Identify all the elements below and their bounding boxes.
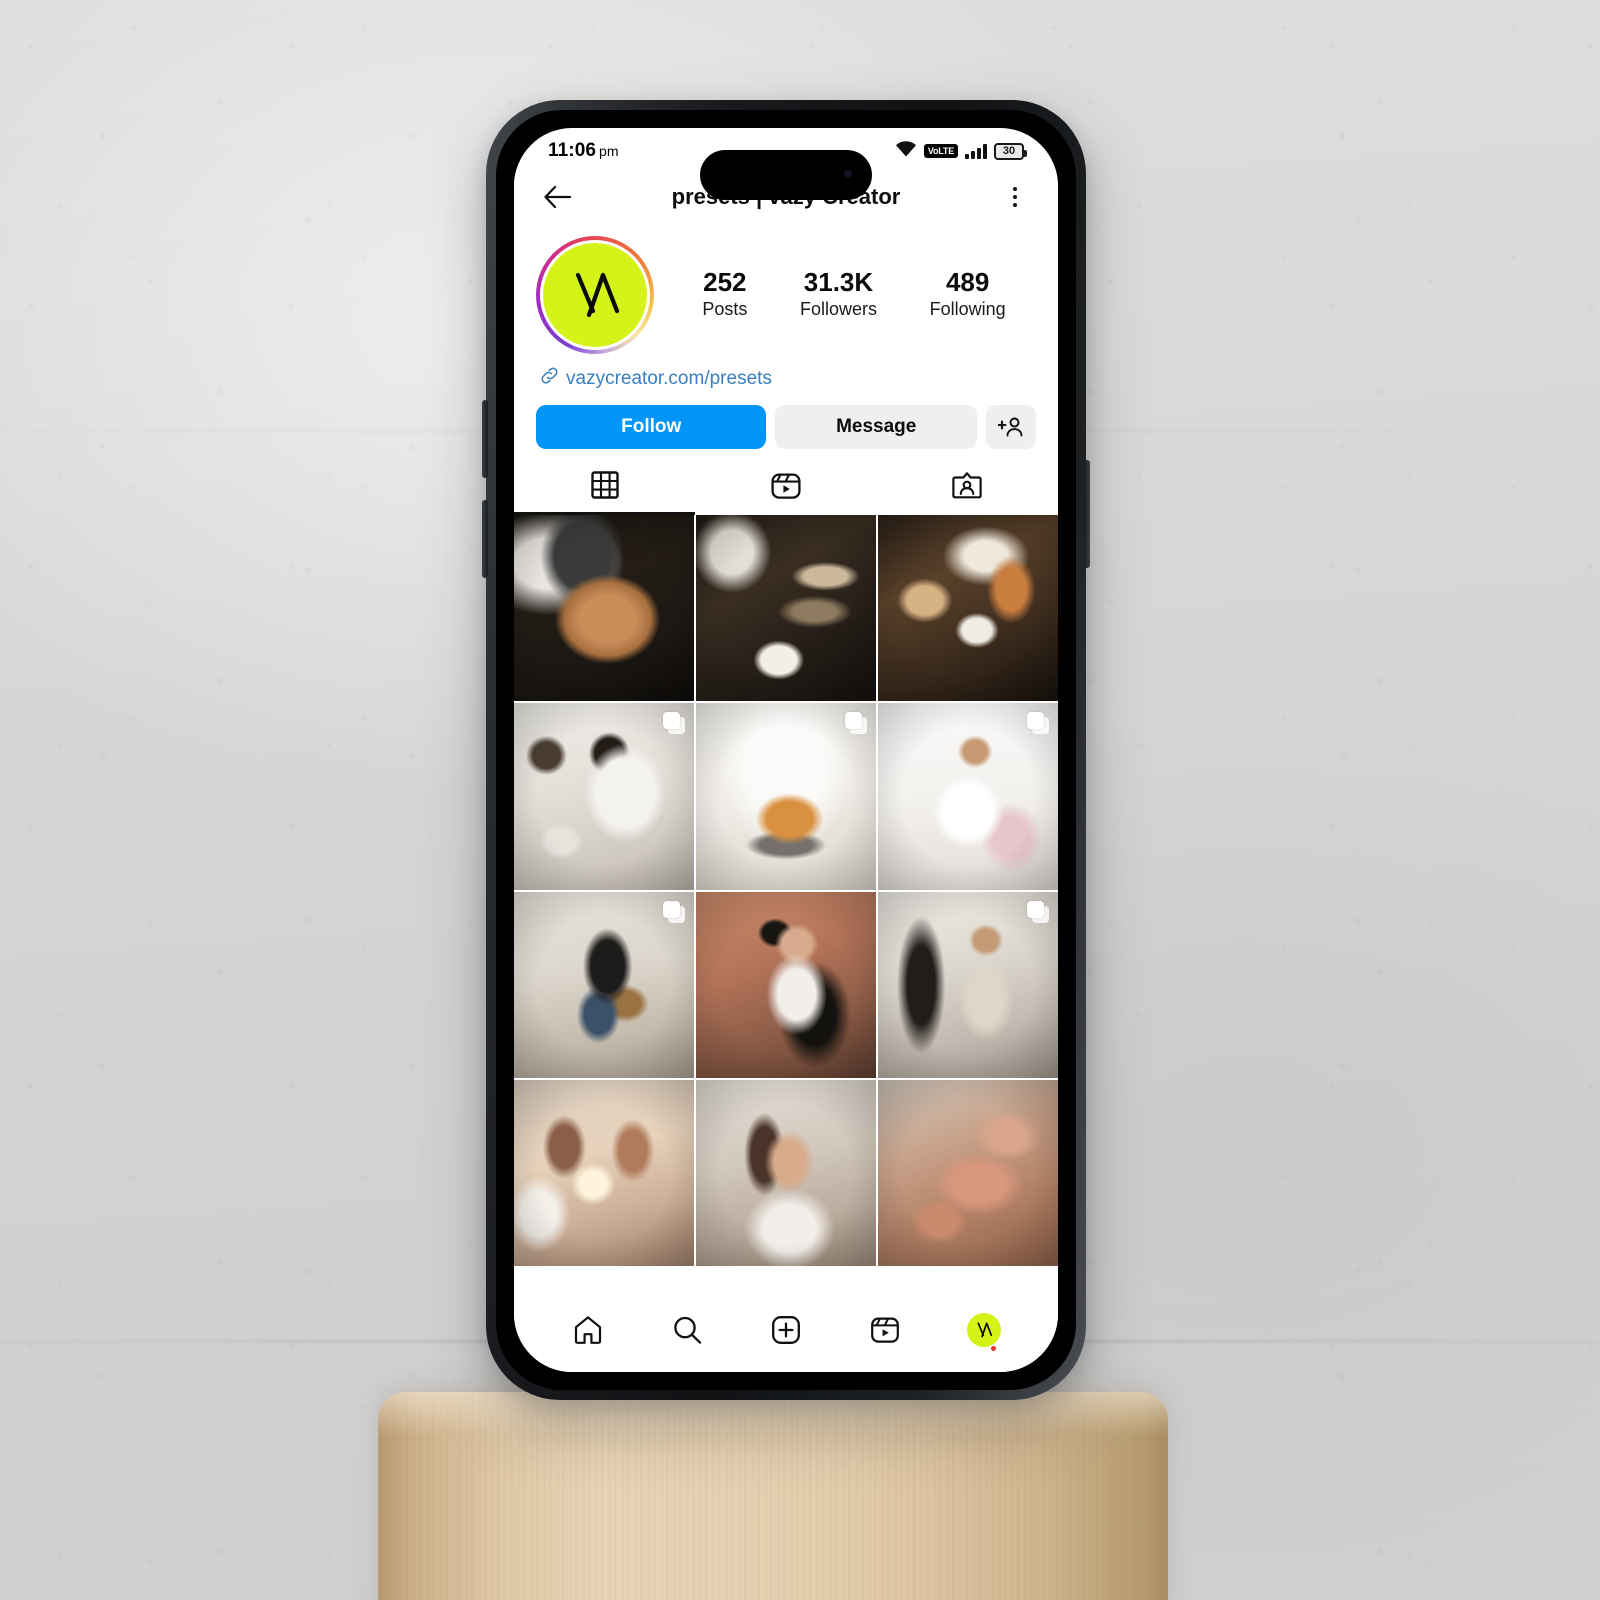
wifi-icon: [895, 140, 917, 162]
tab-tagged[interactable]: [877, 463, 1058, 515]
grid-tile[interactable]: [514, 891, 694, 1078]
scene: 11:06 pm VoLTE 30 presets Creator 252 Po…: [0, 0, 1600, 1600]
carousel-icon: [663, 712, 685, 735]
grid-tile[interactable]: [696, 515, 876, 702]
kebab-menu-icon[interactable]: [998, 187, 1032, 207]
grid-tile[interactable]: [878, 1079, 1058, 1267]
stat-following-value: 489: [945, 267, 990, 298]
stat-following[interactable]: 489 Following: [929, 267, 1006, 321]
grid-tile[interactable]: [696, 1079, 876, 1267]
power-button[interactable]: [1084, 460, 1090, 568]
profile-avatar-icon[interactable]: [964, 1310, 1004, 1351]
tagged-person-icon: [952, 470, 983, 506]
link-chain-icon: [540, 366, 559, 391]
grid-tile[interactable]: [878, 515, 1058, 702]
stat-followers[interactable]: 31.3K Followers: [799, 267, 877, 321]
profile-actions: Follow Message: [514, 391, 1058, 449]
status-clock: 11:06 pm: [548, 140, 619, 162]
reels-icon[interactable]: [865, 1310, 905, 1350]
dynamic-island: [700, 150, 872, 200]
photo-grid: [514, 515, 1058, 1298]
carousel-icon: [663, 900, 685, 923]
stat-following-label: Following: [929, 299, 1006, 320]
stat-posts[interactable]: 252 Posts: [702, 267, 748, 321]
stat-followers-label: Followers: [799, 299, 877, 320]
status-icons: VoLTE 30: [895, 140, 1027, 162]
avatar: [967, 1313, 1002, 1351]
volte-badge: VoLTE: [923, 144, 958, 158]
grid-tile[interactable]: [878, 891, 1058, 1078]
reels-icon: [770, 470, 802, 507]
message-button[interactable]: Message: [775, 405, 977, 449]
grid-icon: [590, 470, 620, 505]
home-icon[interactable]: [568, 1310, 608, 1350]
grid-tile[interactable]: [878, 703, 1058, 890]
volume-down-button[interactable]: [482, 500, 488, 578]
stat-posts-label: Posts: [702, 299, 748, 320]
grid-tile[interactable]: [514, 1079, 694, 1267]
bottom-navigation: [514, 1298, 1058, 1372]
avatar[interactable]: [536, 236, 654, 354]
profile-link-text: vazycreator.com/presets: [566, 367, 772, 389]
tab-grid[interactable]: [514, 463, 696, 515]
stat-followers-value: 31.3K: [803, 267, 874, 298]
clock-ampm: pm: [599, 143, 619, 159]
profile-stats: 252 Posts 31.3K Followers 489 Following: [668, 267, 1036, 321]
carousel-icon: [845, 712, 867, 735]
plus-square-icon[interactable]: [766, 1310, 806, 1350]
add-person-icon[interactable]: [986, 405, 1036, 449]
carousel-icon: [1027, 712, 1049, 735]
volume-up-button[interactable]: [482, 400, 488, 478]
grid-tile[interactable]: [696, 703, 876, 890]
carousel-icon: [1027, 900, 1049, 923]
search-icon[interactable]: [667, 1310, 707, 1350]
profile-summary: 252 Posts 31.3K Followers 489 Following: [514, 224, 1058, 354]
tab-reels[interactable]: [695, 463, 876, 515]
phone-screen: 11:06 pm VoLTE 30 presets Creator 252 Po…: [514, 128, 1058, 1372]
profile-link[interactable]: vazycreator.com/presets: [514, 354, 1058, 391]
back-arrow-icon[interactable]: [540, 180, 574, 214]
avatar-inner-ring: [540, 240, 650, 350]
grid-tile[interactable]: [514, 515, 694, 702]
clock-time: 11:06: [548, 140, 597, 161]
phone-frame: 11:06 pm VoLTE 30 presets Creator 252 Po…: [482, 100, 1090, 1400]
follow-button[interactable]: Follow: [536, 405, 767, 449]
profile-tabs: [514, 463, 1058, 515]
profile-avatar-logo: [543, 243, 647, 347]
battery-indicator: 30: [994, 142, 1027, 160]
stat-posts-value: 252: [703, 267, 747, 298]
grid-tile[interactable]: [514, 703, 694, 890]
phone-bezel: 11:06 pm VoLTE 30 presets Creator 252 Po…: [496, 110, 1076, 1390]
grid-tile[interactable]: [696, 891, 876, 1078]
signal-bars-icon: [965, 143, 987, 159]
